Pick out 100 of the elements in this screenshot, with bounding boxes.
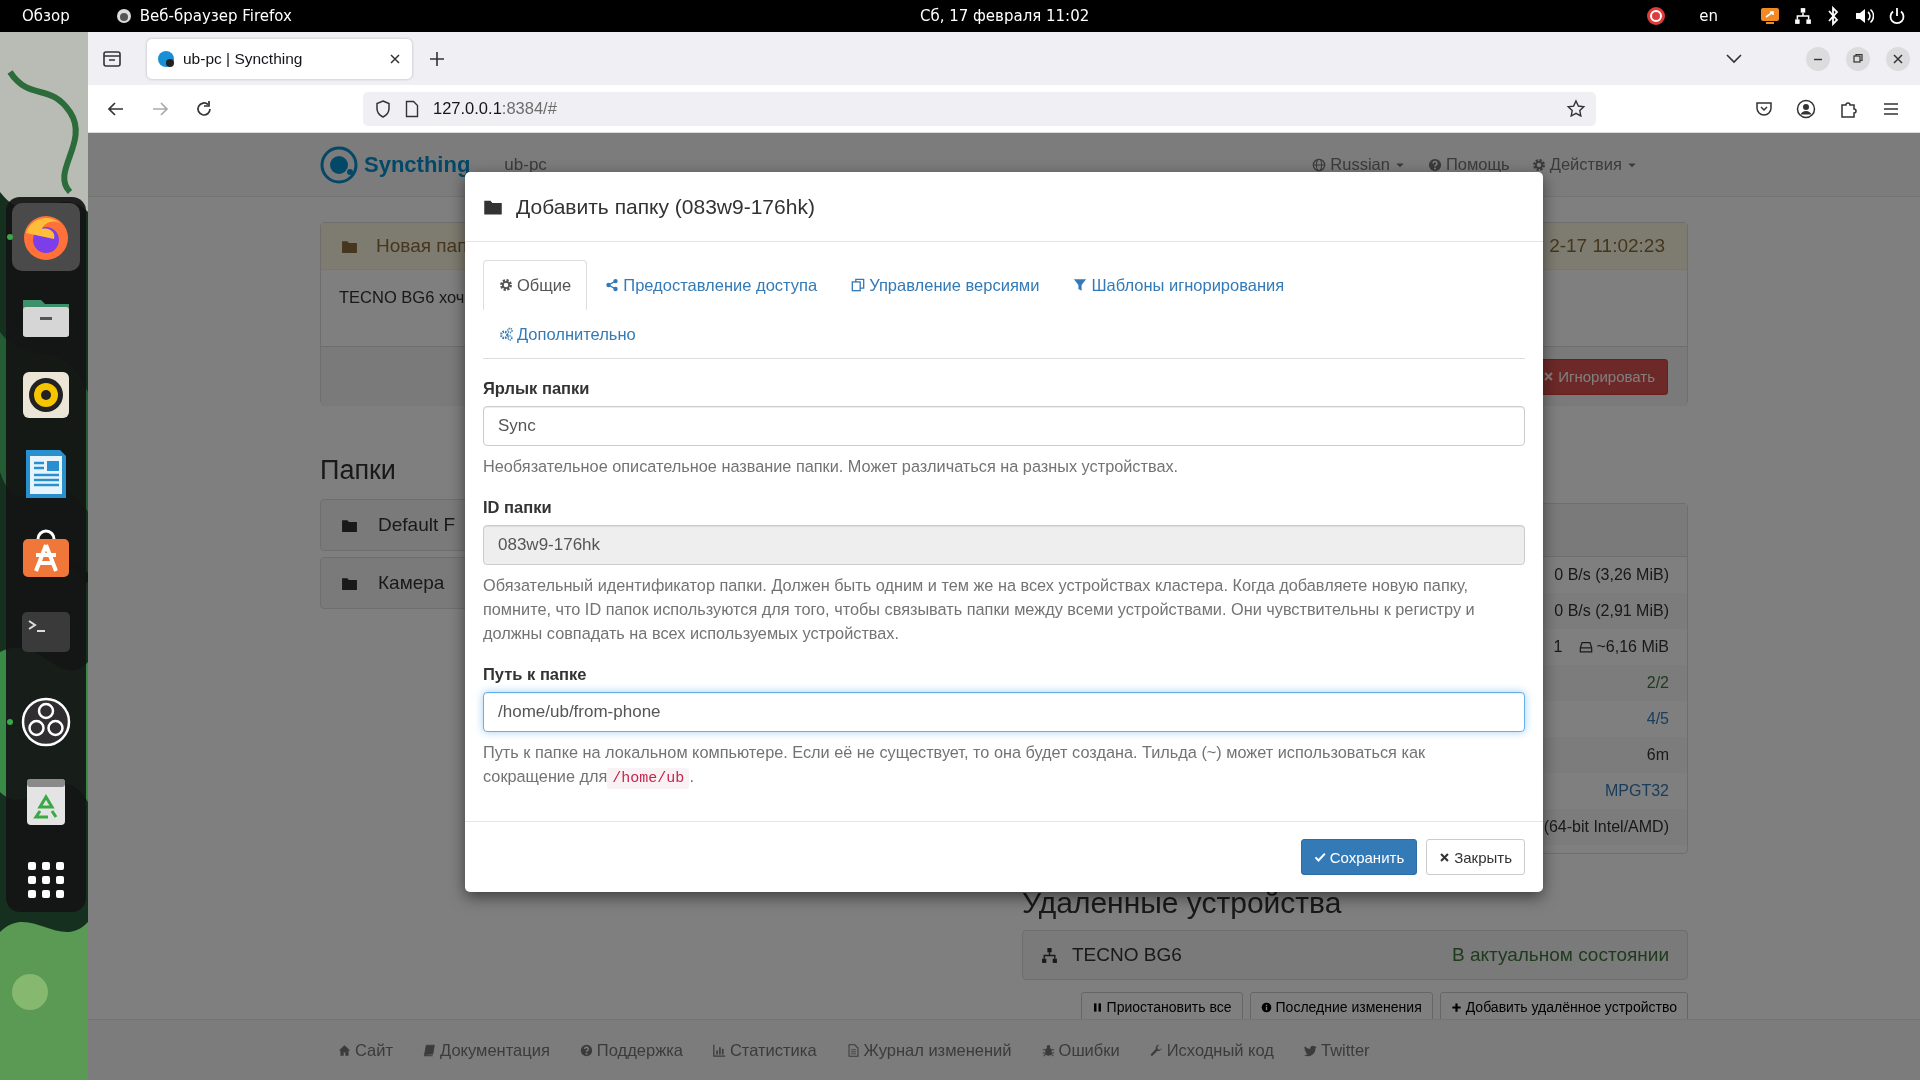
globe-icon — [1312, 157, 1327, 172]
section-heading: Удаленные устройства — [1022, 886, 1343, 920]
keyboard-layout[interactable]: en — [1699, 7, 1718, 25]
volume-icon[interactable] — [1854, 7, 1874, 25]
folder-name: Default F — [378, 514, 456, 536]
field-label: Ярлык папки — [483, 379, 591, 398]
close-button[interactable]: Закрыть — [1426, 839, 1525, 875]
screen-share-icon[interactable] — [1760, 7, 1780, 25]
stat-value[interactable]: 4/5 — [1646, 710, 1669, 728]
stat-value: 2/2 — [1646, 674, 1669, 692]
footer-link[interactable]: Документация — [423, 1040, 550, 1060]
input-field[interactable]: /home/ub/from-phone — [483, 692, 1525, 732]
drive-icon — [1578, 640, 1593, 654]
dialog-title: Добавить папку (083w9-176hk) — [516, 194, 815, 219]
tab[interactable]: Предоставление доступа — [589, 260, 834, 310]
share-icon — [605, 278, 620, 292]
document-icon — [846, 1043, 860, 1057]
help-text: Необязательное описательное название папки. Может различаться на разных устройствах. — [483, 456, 1180, 477]
tab[interactable]: Управление версиями — [835, 260, 1056, 310]
shield-icon[interactable] — [375, 99, 391, 118]
stat-value: ~6,16 MiB — [1596, 638, 1669, 656]
footer-link[interactable]: Ошибки — [1041, 1040, 1120, 1060]
brand-name[interactable]: Syncthing — [364, 151, 471, 178]
plus-icon — [1450, 1001, 1462, 1013]
nav-menu[interactable]: Действия — [1531, 155, 1638, 174]
address-field[interactable]: 127.0.0.1:8384/# — [363, 91, 1596, 126]
shopping-bag-icon — [20, 527, 72, 579]
save-button[interactable]: Сохранить — [1300, 839, 1418, 875]
device-name: ub-pc — [504, 154, 547, 175]
house-icon — [338, 1043, 351, 1057]
close-icon — [1439, 851, 1451, 863]
activities-button[interactable]: Обзор — [22, 7, 70, 25]
power-icon[interactable] — [1888, 7, 1906, 25]
help-text: Обязательный идентификатор папки. Должен быть одним и тем же на всех устройствах кластера. Когда добавляете новую папку, помните, что ID папок используются для того, чтобы связывать папки между всеми устройствами. Они чувствительны к регистру и должны совпадать на всех используемых устройствах. — [483, 575, 1476, 644]
network-icon[interactable] — [1794, 7, 1812, 25]
speaker-icon — [20, 369, 72, 421]
footer-link[interactable]: Исходный код — [1149, 1040, 1274, 1060]
app-menu[interactable]: Веб-браузер Firefox — [139, 7, 292, 25]
panel-button[interactable]: Добавить удалённое устройство — [1439, 992, 1688, 1022]
footer-link[interactable]: Twitter — [1303, 1040, 1370, 1060]
browser-icon — [115, 8, 132, 24]
footer-link[interactable]: Статистика — [712, 1040, 817, 1060]
reload-icon[interactable] — [195, 99, 213, 118]
tab[interactable]: Дополнительно — [483, 309, 652, 359]
close-icon — [1543, 371, 1555, 382]
update-icon[interactable] — [1645, 5, 1668, 27]
close-icon[interactable] — [388, 51, 402, 66]
gear-icon — [1531, 157, 1546, 172]
footer-link[interactable]: Журнал изменений — [846, 1040, 1012, 1060]
funnel-icon — [1073, 278, 1088, 292]
star-icon[interactable] — [1566, 98, 1586, 119]
bug-icon — [1041, 1043, 1055, 1057]
clock[interactable]: Сб, 17 февраля 11:02 — [919, 7, 1090, 25]
device-panel[interactable]: TECNO BG6 В актуальном состоянии — [1022, 930, 1688, 980]
tab-list-icon[interactable] — [102, 49, 122, 68]
page-icon[interactable] — [405, 99, 419, 118]
browser-tab[interactable]: ub-pc | Syncthing — [147, 38, 412, 79]
menu-icon[interactable] — [1882, 100, 1900, 117]
pause-icon — [1091, 1001, 1103, 1013]
plus-icon[interactable] — [429, 50, 445, 67]
notice-text: TECNO BG6 хоч — [339, 288, 465, 306]
gears-icon — [499, 327, 513, 341]
notice-time: 2-17 11:02:23 — [1549, 235, 1665, 257]
panel-button[interactable]: Приостановить все — [1080, 992, 1243, 1022]
stat-value: (64-bit Intel/AMD) — [1543, 818, 1669, 836]
pocket-icon[interactable] — [1755, 99, 1773, 118]
nav-menu[interactable]: Russian — [1312, 155, 1406, 174]
stat-value[interactable]: MPGT32 — [1605, 782, 1669, 800]
bar-chart-icon — [712, 1043, 726, 1057]
device-status: В актуальном состоянии — [1451, 944, 1669, 966]
input-field[interactable]: Sync — [483, 406, 1525, 446]
gear-icon — [499, 278, 513, 292]
panel-button[interactable]: Последние изменения — [1249, 992, 1433, 1022]
stat-value: 6m — [1646, 746, 1669, 764]
bluetooth-icon[interactable] — [1826, 6, 1840, 26]
close-icon[interactable] — [1886, 46, 1910, 71]
back-icon[interactable] — [107, 99, 125, 118]
help-text: Путь к папке на локальном компьютере. Если её не существует, то она будет создана. Тильда (~) может использоваться как сокращение для /home/ub . — [483, 742, 1427, 791]
sync-logo-icon — [157, 49, 175, 68]
footer-link[interactable]: Сайт — [338, 1040, 394, 1060]
footer-link[interactable]: Поддержка — [579, 1040, 683, 1060]
field-label: ID папки — [483, 498, 553, 517]
account-icon[interactable] — [1796, 98, 1816, 119]
chevron-down-icon[interactable] — [1726, 53, 1742, 64]
copy-icon — [851, 278, 866, 292]
restore-icon[interactable] — [1846, 46, 1870, 71]
tab[interactable]: Шаблоны игнорирования — [1057, 260, 1301, 310]
field-label: Путь к папке — [483, 665, 588, 684]
network-icon — [1041, 946, 1058, 964]
wrench-icon — [1149, 1043, 1163, 1057]
info-icon — [1260, 1001, 1272, 1013]
book-icon — [423, 1043, 437, 1057]
stat-value: 0 B/s (3,26 MiB) — [1554, 566, 1669, 584]
stat-value: 1 — [1553, 638, 1563, 656]
circle-logo-icon — [20, 696, 72, 748]
tab[interactable]: Общие — [483, 260, 588, 310]
device-name: TECNO BG6 — [1072, 944, 1182, 966]
check-icon — [1313, 851, 1326, 863]
dock-button[interactable] — [12, 203, 80, 271]
bird-icon — [1303, 1043, 1317, 1057]
